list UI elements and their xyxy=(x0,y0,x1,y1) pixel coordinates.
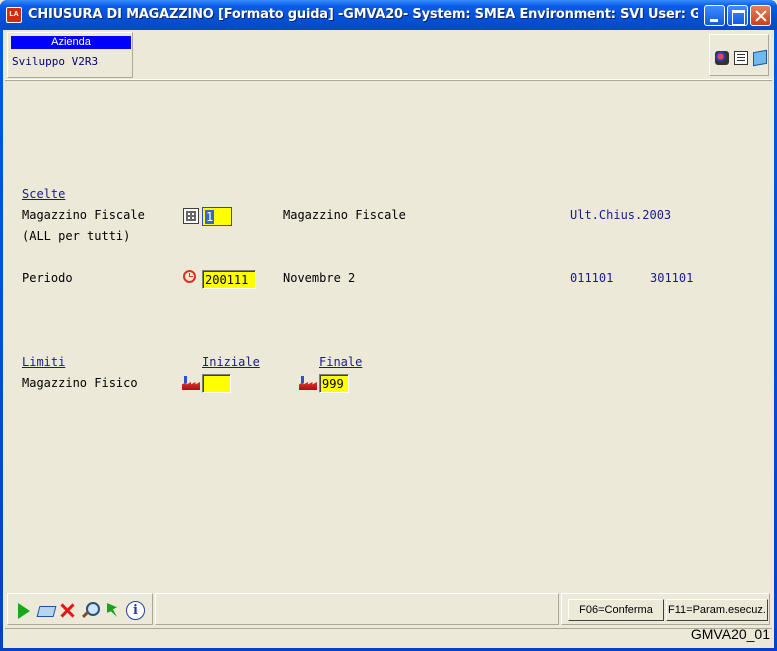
magazzino-fisico-finale-input[interactable]: 999 xyxy=(319,374,349,393)
azienda-label: Azienda xyxy=(11,36,131,49)
factory-icon[interactable] xyxy=(299,376,317,390)
title-bar[interactable]: LA CHIUSURA DI MAGAZZINO [Formato guida]… xyxy=(0,0,777,30)
display-icon[interactable] xyxy=(715,51,729,65)
book-icon[interactable] xyxy=(753,49,767,67)
application-window: LA CHIUSURA DI MAGAZZINO [Formato guida]… xyxy=(0,0,777,651)
f11-params-button[interactable]: F11=Param.esecuz. xyxy=(666,599,768,621)
header-panel: Azienda Sviluppo V2R3 xyxy=(5,32,772,80)
maximize-button[interactable] xyxy=(727,5,748,26)
all-hint: (ALL per tutti) xyxy=(22,229,131,243)
message-panel xyxy=(155,593,559,625)
status-divider xyxy=(5,628,772,629)
action-button-group: i xyxy=(7,593,153,625)
limiti-heading: Limiti xyxy=(22,355,66,369)
window-title: CHIUSURA DI MAGAZZINO [Formato guida] -G… xyxy=(28,7,698,22)
periodo-from: 011101 xyxy=(570,271,614,285)
function-key-panel: F06=Conferma F11=Param.esecuz. xyxy=(561,593,770,625)
iniziale-heading: Iniziale xyxy=(202,355,260,369)
refresh-icon[interactable] xyxy=(103,601,122,620)
finale-heading: Finale xyxy=(319,355,363,369)
magazzino-fiscale-label: Magazzino Fiscale xyxy=(22,208,145,222)
azienda-value: Sviluppo V2R3 xyxy=(12,55,99,68)
scelte-heading: Scelte xyxy=(22,187,66,201)
app-icon[interactable]: LA xyxy=(6,7,22,23)
magazzino-fiscale-desc: Magazzino Fiscale xyxy=(283,208,406,222)
magazzino-fisico-label: Magazzino Fisico xyxy=(22,376,138,390)
close-button[interactable] xyxy=(750,5,771,26)
eraser-icon[interactable] xyxy=(36,601,55,620)
client-area: Azienda Sviluppo V2R3 Scelte Magazzino F… xyxy=(3,30,774,648)
minimize-button[interactable] xyxy=(704,5,725,26)
periodo-to: 301101 xyxy=(650,271,694,285)
info-icon[interactable]: i xyxy=(126,601,145,620)
azienda-box: Azienda Sviluppo V2R3 xyxy=(7,32,133,78)
clock-icon[interactable] xyxy=(183,270,196,283)
screen-code: GMVA20_01 xyxy=(690,626,770,642)
notes-icon[interactable] xyxy=(734,51,748,65)
periodo-desc: Novembre 2 xyxy=(283,271,356,285)
periodo-label: Periodo xyxy=(22,271,73,285)
f06-confirm-button[interactable]: F06=Conferma xyxy=(568,599,664,621)
magazzino-fiscale-value: 1 xyxy=(205,210,215,224)
ultima-chiusura: Ult.Chius.2003 xyxy=(570,208,672,222)
cancel-icon[interactable] xyxy=(58,601,77,620)
magazzino-fiscale-input[interactable]: 1 xyxy=(202,207,232,226)
periodo-input[interactable]: 200111 xyxy=(202,270,256,289)
factory-icon[interactable] xyxy=(182,376,200,390)
header-icon-group xyxy=(709,34,769,76)
play-icon[interactable] xyxy=(14,601,33,620)
calculator-icon[interactable] xyxy=(183,208,199,224)
bottom-toolbar: i F06=Conferma F11=Param.esecuz. xyxy=(5,592,772,626)
search-icon[interactable] xyxy=(81,601,100,620)
magazzino-fisico-iniziale-input[interactable] xyxy=(202,374,231,393)
